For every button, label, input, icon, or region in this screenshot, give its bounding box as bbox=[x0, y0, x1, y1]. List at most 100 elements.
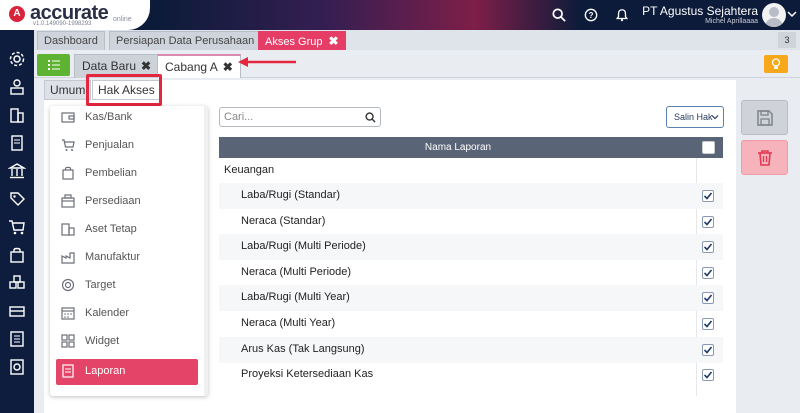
menu-item-aset-tetap[interactable]: Aset Tetap bbox=[56, 217, 198, 243]
menu-item-pembelian[interactable]: Pembelian bbox=[56, 161, 198, 187]
tab-count-dropdown[interactable]: 3 bbox=[778, 32, 796, 48]
menu-label: Kalender bbox=[85, 307, 130, 319]
cart-icon bbox=[62, 139, 75, 151]
company-name[interactable]: PT Agustus Sejahtera bbox=[642, 4, 758, 18]
widget-icon bbox=[61, 334, 75, 348]
trash-icon bbox=[758, 150, 772, 166]
price-tag-icon[interactable] bbox=[8, 190, 26, 208]
help-icon[interactable]: ? bbox=[584, 8, 598, 22]
report-name: Laba/Rugi (Multi Periode) bbox=[241, 240, 366, 252]
tips-button[interactable] bbox=[764, 55, 788, 73]
tab-label: Umum bbox=[50, 83, 86, 97]
tab-umum[interactable]: Umum bbox=[44, 80, 92, 100]
menu-item-target[interactable]: Target bbox=[56, 273, 198, 299]
document-icon[interactable] bbox=[8, 134, 26, 152]
gear-icon[interactable] bbox=[8, 50, 26, 68]
table-row: Laba/Rugi (Multi Periode) bbox=[219, 234, 723, 260]
menu-item-kalender[interactable]: Kalender bbox=[56, 301, 198, 327]
select-all-checkbox[interactable] bbox=[702, 141, 715, 154]
menu-label: Aset Tetap bbox=[85, 223, 137, 235]
search-icon[interactable] bbox=[365, 112, 376, 123]
report-name: Laba/Rugi (Multi Year) bbox=[241, 291, 350, 303]
row-checkbox[interactable] bbox=[702, 369, 714, 381]
delete-button[interactable] bbox=[741, 140, 788, 175]
list-icon bbox=[48, 60, 60, 70]
check-icon bbox=[704, 269, 712, 277]
menu-item-manufaktur[interactable]: Manufaktur bbox=[56, 245, 198, 271]
tab-label: Dashboard bbox=[44, 35, 98, 47]
wallet-icon bbox=[61, 112, 75, 123]
menu-item-widget[interactable]: Widget bbox=[56, 329, 198, 355]
row-checkbox[interactable] bbox=[702, 318, 714, 330]
close-icon[interactable]: ✖ bbox=[328, 34, 338, 48]
menu-label: Target bbox=[85, 279, 116, 291]
lightbulb-icon bbox=[771, 58, 781, 69]
report-name: Neraca (Standar) bbox=[241, 215, 326, 227]
module-menu: Kas/Bank Penjualan Pembelian Persediaan … bbox=[50, 106, 208, 396]
tab-cabang-a[interactable]: Cabang A ✖ bbox=[157, 54, 241, 78]
factory-icon bbox=[61, 252, 75, 264]
menu-item-penjualan[interactable]: Penjualan bbox=[56, 133, 198, 159]
left-nav-rail bbox=[0, 30, 34, 413]
search-input[interactable] bbox=[224, 110, 360, 124]
group-label: Keuangan bbox=[224, 164, 275, 176]
search-icon[interactable] bbox=[552, 8, 566, 22]
search-box bbox=[219, 107, 381, 127]
menu-label: Kas/Bank bbox=[85, 111, 133, 123]
tab-akses-grup[interactable]: Akses Grup ✖ bbox=[258, 31, 346, 50]
annotation-arrow-icon bbox=[238, 57, 296, 67]
row-checkbox[interactable] bbox=[702, 216, 714, 228]
shopping-bag-icon[interactable] bbox=[8, 246, 26, 264]
asset-icon[interactable] bbox=[8, 302, 26, 320]
calendar-icon bbox=[61, 307, 75, 320]
chevron-down-icon bbox=[711, 115, 719, 120]
inventory-icon[interactable] bbox=[8, 274, 26, 292]
bank-icon[interactable] bbox=[8, 162, 26, 180]
cart-icon[interactable] bbox=[8, 218, 26, 236]
check-icon bbox=[704, 192, 712, 200]
list-icon[interactable] bbox=[8, 330, 26, 348]
row-checkbox[interactable] bbox=[702, 267, 714, 279]
logo-mark-icon: A bbox=[9, 6, 25, 22]
building-icon[interactable] bbox=[8, 106, 26, 124]
logo-online: online bbox=[113, 16, 132, 23]
avatar[interactable] bbox=[762, 3, 786, 27]
tab-label: Cabang A bbox=[165, 60, 218, 74]
list-view-button[interactable] bbox=[37, 54, 70, 76]
bell-icon[interactable] bbox=[615, 8, 629, 22]
table-row: Neraca (Multi Periode) bbox=[219, 260, 723, 286]
row-checkbox[interactable] bbox=[702, 190, 714, 202]
row-checkbox[interactable] bbox=[702, 292, 714, 304]
menu-scrollbar[interactable] bbox=[204, 106, 208, 396]
header-gradient bbox=[160, 0, 580, 30]
bag-icon bbox=[62, 166, 74, 180]
menu-label: Laporan bbox=[85, 365, 126, 377]
report-name: Neraca (Multi Periode) bbox=[241, 266, 352, 278]
report-permission-table: Nama Laporan Keuangan Laba/Rugi (Standar… bbox=[219, 137, 723, 396]
table-row: Laba/Rugi (Multi Year) bbox=[219, 285, 723, 311]
tab-persiapan-data[interactable]: Persiapan Data Perusahaan bbox=[109, 31, 262, 50]
copy-rights-button[interactable]: Salin Hak bbox=[666, 106, 724, 128]
menu-item-persediaan[interactable]: Persediaan bbox=[56, 189, 198, 215]
scale-icon[interactable] bbox=[8, 78, 26, 96]
save-button[interactable] bbox=[741, 100, 788, 135]
box-icon bbox=[61, 194, 75, 208]
table-row: Laba/Rugi (Standar) bbox=[219, 183, 723, 209]
report-icon[interactable] bbox=[8, 358, 26, 376]
menu-item-kas-bank[interactable]: Kas/Bank bbox=[56, 106, 198, 131]
logo[interactable]: A accurate online v1.0.149090-1998293 bbox=[0, 0, 150, 30]
chevron-down-icon[interactable] bbox=[787, 9, 797, 19]
report-name: Proyeksi Ketersediaan Kas bbox=[241, 368, 374, 380]
close-icon[interactable]: ✖ bbox=[141, 59, 151, 73]
tab-label: Persiapan Data Perusahaan bbox=[116, 35, 255, 47]
check-icon bbox=[704, 294, 712, 302]
menu-item-laporan[interactable]: Laporan bbox=[56, 359, 198, 385]
close-icon[interactable]: ✖ bbox=[223, 60, 233, 74]
row-checkbox[interactable] bbox=[702, 344, 714, 356]
tab-dashboard[interactable]: Dashboard bbox=[37, 31, 105, 50]
report-icon bbox=[62, 364, 74, 378]
table-row: Neraca (Multi Year) bbox=[219, 311, 723, 337]
report-name: Laba/Rugi (Standar) bbox=[241, 189, 341, 201]
table-group-row: Keuangan bbox=[219, 158, 723, 184]
row-checkbox[interactable] bbox=[702, 241, 714, 253]
